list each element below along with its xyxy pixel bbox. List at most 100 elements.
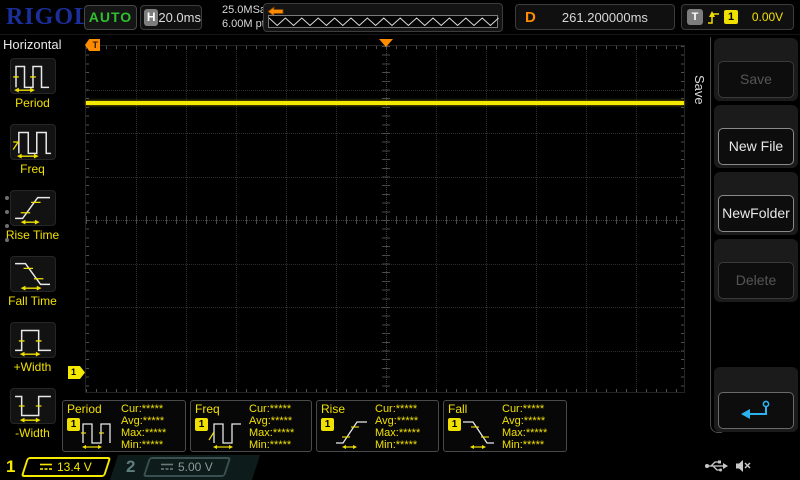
- measurement-source-badge: 1: [195, 418, 208, 431]
- timebase-value: 20.0ms: [158, 10, 201, 25]
- measurement-name: Period: [67, 402, 102, 416]
- measure-item-label: -Width: [0, 426, 65, 440]
- measure-item-label: Period: [0, 96, 65, 110]
- stat-avg: Avg:*****: [121, 415, 166, 427]
- measure-item-freq[interactable]: Freq: [0, 124, 65, 176]
- horizontal-timebase-box[interactable]: H 20.0ms: [140, 5, 202, 30]
- stat-min: Min:*****: [375, 439, 420, 451]
- minus-width-icon: [10, 388, 56, 424]
- measurement-stats: Cur:***** Avg:***** Max:***** Min:*****: [375, 403, 420, 451]
- memory-waveform-preview[interactable]: [263, 3, 503, 32]
- measure-item-plus-width[interactable]: +Width: [0, 322, 65, 374]
- measure-item-minus-width[interactable]: -Width: [0, 388, 65, 440]
- page-indicator-dot: [5, 210, 9, 214]
- stat-max: Max:*****: [121, 427, 166, 439]
- freq-meas-icon: [208, 416, 246, 450]
- down-triangle-icon[interactable]: [379, 39, 393, 47]
- channel1-level-marker[interactable]: 1: [68, 366, 85, 379]
- period-meas-icon: [80, 416, 118, 450]
- measure-item-label: Freq: [0, 162, 65, 176]
- measurement-name: Fall: [448, 402, 467, 416]
- waveform-display-area[interactable]: T: [85, 45, 685, 393]
- dc-coupling-icon: [40, 463, 52, 471]
- rise-meas-icon: [334, 416, 372, 450]
- oscilloscope-screen: RIGOL AUTO H 20.0ms 25.0MSa/s 6.00M pts …: [0, 0, 800, 480]
- delay-value: 261.200000ms: [536, 10, 674, 25]
- run-state-auto[interactable]: AUTO: [84, 5, 137, 30]
- stat-avg: Avg:*****: [502, 415, 547, 427]
- channel1-scale-value: 13.4 V: [57, 460, 92, 474]
- measure-item-label: Fall Time: [0, 294, 65, 308]
- new-folder-button[interactable]: NewFolder: [718, 195, 794, 232]
- page-indicator-dot: [5, 224, 9, 228]
- system-status-icons: [704, 459, 752, 473]
- return-arrow-icon: [739, 400, 773, 422]
- memory-waveform-window: [268, 15, 498, 28]
- stat-max: Max:*****: [375, 427, 420, 439]
- stat-avg: Avg:*****: [249, 415, 294, 427]
- stat-cur: Cur:*****: [121, 403, 166, 415]
- stat-min: Min:*****: [249, 439, 294, 451]
- stat-cur: Cur:*****: [249, 403, 294, 415]
- rise-time-icon: [10, 190, 56, 226]
- measurement-source-badge: 1: [321, 418, 334, 431]
- memory-waveform-zigzag: [269, 18, 499, 26]
- measurement-name: Rise: [321, 402, 345, 416]
- stat-max: Max:*****: [502, 427, 547, 439]
- measurement-panel-freq: Freq 1 Cur:***** Avg:***** Max:***** Min…: [190, 400, 312, 452]
- grid-ticks-center-horizontal: [86, 216, 684, 224]
- fall-time-icon: [10, 256, 56, 292]
- measure-item-period[interactable]: Period: [0, 58, 65, 110]
- channel2-status-inner: 5.00 V: [161, 460, 213, 474]
- new-file-button[interactable]: New File: [718, 128, 794, 165]
- measurement-stats: Cur:***** Avg:***** Max:***** Min:*****: [502, 403, 547, 451]
- stat-min: Min:*****: [121, 439, 166, 451]
- trigger-box[interactable]: T 1 0.00V: [681, 4, 794, 30]
- menu-tab-title: Save: [692, 75, 707, 105]
- delete-button[interactable]: Delete: [718, 262, 794, 299]
- save-button[interactable]: Save: [718, 61, 794, 98]
- measure-item-label: +Width: [0, 360, 65, 374]
- measure-item-fall-time[interactable]: Fall Time: [0, 256, 65, 308]
- rigol-logo: RIGOL: [6, 4, 91, 31]
- measurement-panel-fall: Fall 1 Cur:***** Avg:***** Max:***** Min…: [443, 400, 567, 452]
- stat-cur: Cur:*****: [375, 403, 420, 415]
- measurement-stats: Cur:***** Avg:***** Max:***** Min:*****: [121, 403, 166, 451]
- freq-icon: [10, 124, 56, 160]
- channel2-status-box[interactable]: 5.00 V: [143, 457, 231, 477]
- measurement-panel-rise: Rise 1 Cur:***** Avg:***** Max:***** Min…: [316, 400, 439, 452]
- stat-avg: Avg:*****: [375, 415, 420, 427]
- dc-coupling-icon: [161, 463, 173, 471]
- rising-edge-icon: [707, 9, 720, 26]
- channel2-scale-value: 5.00 V: [178, 460, 213, 474]
- fall-meas-icon: [461, 416, 499, 450]
- measurement-source-badge: 1: [448, 418, 461, 431]
- speaker-muted-icon[interactable]: [735, 459, 752, 473]
- page-indicator-dot: [5, 196, 9, 200]
- page-indicator-dot: [5, 238, 9, 242]
- measurement-stats: Cur:***** Avg:***** Max:***** Min:*****: [249, 403, 294, 451]
- usb-icon[interactable]: [704, 459, 728, 473]
- channel1-status-inner: 13.4 V: [40, 460, 92, 474]
- channel2-number[interactable]: 2: [126, 457, 135, 477]
- channel-status-bar: 1 13.4 V 2 5.0: [0, 455, 800, 480]
- delay-box[interactable]: D 261.200000ms: [515, 4, 675, 30]
- channel1-status-box[interactable]: 13.4 V: [21, 457, 111, 477]
- return-button[interactable]: [718, 392, 794, 429]
- trigger-level-value: 0.00V: [742, 10, 793, 24]
- measurement-source-badge: 1: [67, 418, 80, 431]
- trigger-source-badge: 1: [724, 10, 738, 24]
- period-icon: [10, 58, 56, 94]
- h-badge: H: [144, 9, 158, 26]
- measure-item-rise-time[interactable]: Rise Time: [0, 190, 65, 242]
- measurement-panel-period: Period 1 Cur:***** Avg:***** Max:***** M…: [62, 400, 186, 452]
- left-measure-sidebar: Horizontal Period Freq: [0, 35, 65, 455]
- d-badge: D: [525, 9, 536, 26]
- t-badge: T: [687, 9, 703, 25]
- channel1-trace: [86, 101, 684, 105]
- right-menu-sidebar: Save Save New File NewFolder Delete: [690, 35, 800, 455]
- stat-cur: Cur:*****: [502, 403, 547, 415]
- measure-item-label: Rise Time: [0, 228, 65, 242]
- measurement-name: Freq: [195, 402, 220, 416]
- channel1-number[interactable]: 1: [6, 457, 15, 477]
